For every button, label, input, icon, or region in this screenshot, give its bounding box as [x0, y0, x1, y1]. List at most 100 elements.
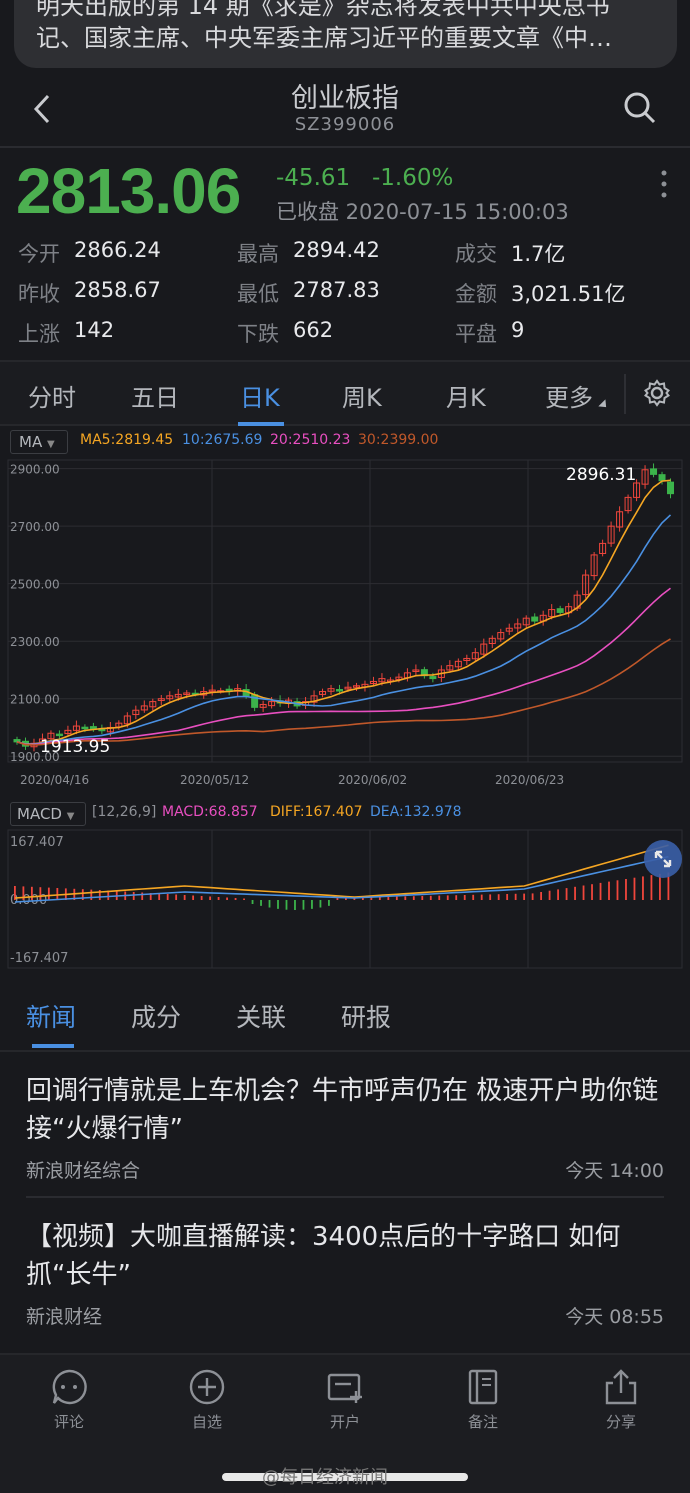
- share-button[interactable]: 分享: [576, 1367, 666, 1432]
- macd-bar: [294, 900, 296, 910]
- macd-bar: [192, 895, 195, 900]
- watermark: @每日经济新闻: [262, 1467, 388, 1488]
- stat-value-unchanged: 9: [511, 318, 525, 342]
- comment-icon: [52, 1369, 87, 1405]
- price-change: -45.61: [276, 165, 351, 191]
- macd-bar: [336, 898, 339, 900]
- macd-bar: [209, 896, 212, 900]
- dropdown-arrow-icon: ▼: [46, 439, 55, 450]
- macd-bar: [183, 895, 186, 900]
- macd-bar: [514, 893, 517, 900]
- tab-research[interactable]: 研报: [341, 998, 391, 1034]
- stat-value-advances: 142: [74, 318, 115, 342]
- macd-bar: [56, 888, 59, 900]
- macd-bar: [319, 900, 322, 908]
- macd-bar: [158, 893, 161, 900]
- macd-chart[interactable]: 167.4070.000-167.407: [0, 828, 690, 970]
- macd-bar: [633, 877, 636, 900]
- news-tabs: 新闻 成分 关联 研报: [0, 986, 690, 1052]
- macd-bar: [268, 900, 271, 908]
- macd-bar: [243, 898, 245, 900]
- bottom-toolbar: 评论 自选 开户 备注 分享 @每日经济新闻: [0, 1353, 690, 1493]
- macd-value: MACD:68.857: [162, 804, 258, 820]
- search-icon[interactable]: [622, 90, 658, 126]
- stat-value-high: 2894.42: [293, 238, 380, 262]
- ma20-line: [16, 587, 671, 746]
- macd-bar: [234, 898, 237, 900]
- tab-five-day[interactable]: 五日: [131, 378, 179, 413]
- tab-related[interactable]: 关联: [236, 998, 286, 1034]
- high-price-label: 2896.31: [566, 465, 636, 485]
- low-price-label: 1913.95: [40, 737, 110, 757]
- macd-bar: [446, 895, 449, 900]
- note-label: 备注: [467, 1413, 498, 1431]
- macd-bar: [166, 894, 169, 900]
- kline-chart[interactable]: 2900.002700.002500.002300.002100.001900.…: [0, 456, 690, 790]
- indicator-select[interactable]: MA ▼: [10, 430, 68, 454]
- candle: [531, 616, 539, 622]
- macd-bar: [574, 886, 576, 900]
- macd-bar: [132, 892, 135, 900]
- macd-bar: [302, 900, 305, 910]
- tab-intraday[interactable]: 分时: [28, 378, 76, 413]
- macd-bar: [599, 882, 602, 900]
- open-account-button[interactable]: 开户: [300, 1367, 390, 1432]
- candle: [658, 474, 666, 482]
- macd-bar: [328, 900, 330, 906]
- news-item[interactable]: 回调行情就是上车机会？牛市呼声仍在 极速开户助你链接“火爆行情” 新浪财经综合 …: [0, 1056, 690, 1196]
- macd-bar: [557, 889, 559, 900]
- tab-monthly-k[interactable]: 月K: [446, 378, 486, 413]
- macd-bar: [412, 896, 415, 900]
- x-tick-label: 2020/05/12: [180, 773, 249, 787]
- stat-value-low: 2787.83: [293, 278, 380, 302]
- macd-y-tick: 167.407: [10, 835, 64, 850]
- dropdown-arrow-icon: ▼: [66, 811, 75, 822]
- fullscreen-icon[interactable]: [644, 840, 682, 878]
- settings-gear-icon[interactable]: [642, 378, 672, 412]
- news-time: 今天 08:55: [565, 1306, 664, 1328]
- tab-more[interactable]: 更多: [545, 378, 593, 413]
- macd-bar: [387, 896, 390, 900]
- macd-bar: [531, 893, 534, 900]
- stat-value-volume: 1.7亿: [511, 242, 566, 266]
- macd-bar: [226, 897, 228, 900]
- stock-code: SZ399006: [294, 114, 396, 135]
- tab-weekly-k[interactable]: 周K: [342, 378, 382, 413]
- current-price: 2813.06: [16, 155, 241, 227]
- more-options-icon[interactable]: [652, 168, 676, 204]
- macd-bar: [429, 895, 432, 900]
- stat-label-advances: 上涨: [18, 322, 60, 346]
- share-icon: [605, 1369, 637, 1405]
- macd-bar: [548, 890, 551, 900]
- note-button[interactable]: 备注: [438, 1367, 528, 1432]
- divider: [26, 1196, 664, 1198]
- tab-components[interactable]: 成分: [131, 998, 181, 1034]
- news-title: 【视频】大咖直播解读：3400点后的十字路口 如何抓“长牛”: [26, 1222, 621, 1290]
- news-title: 回调行情就是上车机会？牛市呼声仍在 极速开户助你链接“火爆行情”: [26, 1076, 659, 1144]
- macd-bar: [565, 888, 568, 900]
- macd-bar: [47, 887, 50, 900]
- macd-bar: [404, 896, 407, 900]
- y-tick-label: 2500.00: [10, 578, 60, 592]
- tab-daily-k[interactable]: 日K: [240, 378, 280, 413]
- news-item[interactable]: 【视频】大咖直播解读：3400点后的十字路口 如何抓“长牛” 新浪财经 今天 0…: [0, 1200, 690, 1340]
- macd-bar: [463, 895, 466, 900]
- chart-frame: [7, 459, 683, 763]
- macd-bar: [480, 894, 483, 900]
- add-circle-icon: [189, 1369, 225, 1405]
- tab-news[interactable]: 新闻: [26, 998, 76, 1034]
- notification-banner[interactable]: 明天出版的第 14 期《求是》杂志将发表中共中央总书 记、国家主席、中央军委主席…: [14, 0, 677, 68]
- add-watchlist-button[interactable]: 自选: [162, 1367, 252, 1432]
- macd-bar: [625, 879, 627, 900]
- candle: [556, 608, 564, 613]
- candle: [55, 733, 63, 737]
- y-tick-label: 2700.00: [10, 520, 60, 534]
- comment-button[interactable]: 评论: [24, 1367, 114, 1432]
- open-account-label: 开户: [329, 1413, 360, 1431]
- macd-bar: [591, 884, 593, 900]
- x-tick-label: 2020/06/02: [338, 773, 407, 787]
- more-caret-icon: [598, 399, 610, 411]
- diff-line: [14, 844, 669, 899]
- macd-bar: [175, 894, 178, 900]
- macd-select[interactable]: MACD ▼: [10, 802, 86, 826]
